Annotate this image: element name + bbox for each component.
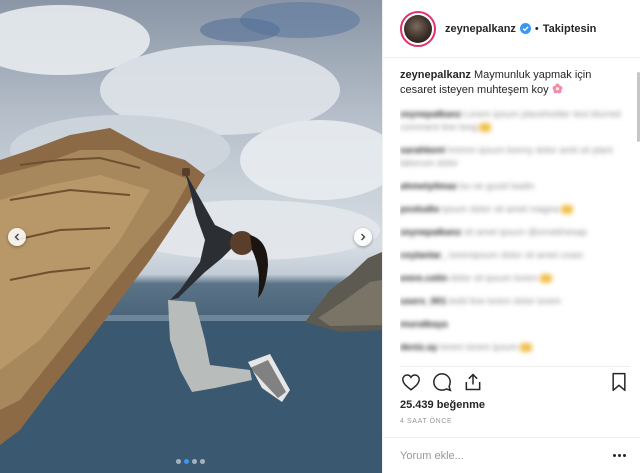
next-slide-button[interactable] (354, 228, 372, 246)
comment-item: zeynepalkanz sit amet ipsum @ornekhesap (400, 226, 630, 239)
avatar[interactable] (400, 10, 436, 47)
comment-item: sarahkent hmmm ipsum bonny dolor amit si… (400, 144, 630, 170)
comment-item: zeynepalkanz Lorem ipsum placeholder tex… (400, 108, 630, 134)
comment-item: userx_001 bold line lorem dolor lorem (400, 295, 630, 308)
comment-username[interactable]: userx_001 (400, 296, 446, 307)
timestamp[interactable]: 4 SAAT ÖNCE (400, 418, 452, 425)
share-button[interactable] (462, 371, 484, 393)
comment-text: loremipsum dolor sit amet coasi (449, 250, 583, 261)
comment-item: deniz.ay lorem lorem ipsum (400, 341, 630, 354)
post-side-panel: zeynepalkanz • Takiptesin zeynepalkanz M… (382, 0, 640, 473)
comment-username[interactable]: zeynepalkanz (400, 227, 461, 238)
emoji-icon (479, 122, 492, 132)
previous-slide-button[interactable] (8, 228, 26, 246)
chevron-left-icon (14, 233, 19, 241)
comment-text: dolor sit ipsum lorem (450, 273, 538, 284)
save-button[interactable] (608, 371, 630, 393)
carousel-indicator (176, 459, 205, 464)
blurred-comment-list: zeynepalkanz Lorem ipsum placeholder tex… (400, 108, 630, 354)
comment-text: lorem lorem ipsum (440, 342, 519, 353)
follow-status-button[interactable]: Takiptesin (543, 23, 597, 35)
comment-text: sit amet ipsum @ornekhesap (463, 227, 588, 238)
likes-count[interactable]: 25.439 beğenme (400, 399, 485, 411)
comment-username[interactable]: emre.cetin (400, 273, 448, 284)
comment-bar (383, 437, 640, 473)
separator-dot: • (534, 22, 539, 35)
like-button[interactable] (400, 371, 422, 393)
caption: zeynepalkanz Maymunluk yapmak için cesar… (400, 68, 630, 98)
carousel-dot (176, 459, 181, 464)
share-icon (465, 372, 481, 390)
comment-username[interactable]: zeynepalkanz (400, 109, 461, 120)
comments-area: zeynepalkanz Maymunluk yapmak için cesar… (400, 68, 630, 358)
emoji-icon (520, 342, 533, 352)
emoji-icon (539, 273, 552, 283)
carousel-dot (200, 459, 205, 464)
comment-text: ipsum dolor sit amet magna (442, 204, 559, 215)
comment-item: ceylanlar_ loremipsum dolor sit amet coa… (400, 249, 630, 262)
comment-text: bold line lorem dolor lorem (449, 296, 562, 307)
comments-scrollbar[interactable] (635, 66, 640, 362)
comment-item: ahmetyilmaz bu ne guzel kadin (400, 180, 630, 193)
comment-button[interactable] (431, 371, 453, 393)
photo-scene (0, 2, 382, 473)
action-bar (400, 366, 630, 396)
username-link[interactable]: zeynepalkanz (445, 23, 516, 35)
comment-item: muratkaya (400, 318, 630, 331)
chevron-right-icon (361, 233, 366, 241)
comment-item: emre.cetin dolor sit ipsum lorem (400, 272, 630, 285)
more-options-button[interactable] (609, 450, 630, 461)
post-photo[interactable] (0, 0, 382, 473)
carousel-dot (184, 459, 189, 464)
comment-text: bu ne guzel kadin (459, 181, 535, 192)
comment-username[interactable]: pxstudio (400, 204, 440, 215)
verified-badge-icon (519, 23, 531, 34)
bookmark-icon (612, 372, 626, 391)
comment-username[interactable]: muratkaya (400, 319, 448, 330)
flower-icon (552, 83, 563, 94)
post-header: zeynepalkanz • Takiptesin (383, 0, 640, 58)
comment-username[interactable]: deniz.ay (400, 342, 438, 353)
heart-icon (402, 373, 420, 391)
comment-username[interactable]: sarahkent (400, 145, 445, 156)
comment-username[interactable]: ahmetyilmaz (400, 181, 457, 192)
carousel-dot (192, 459, 197, 464)
comment-username[interactable]: ceylanlar_ (400, 250, 446, 261)
caption-username[interactable]: zeynepalkanz (400, 69, 471, 81)
comment-item: pxstudio ipsum dolor sit amet magna (400, 203, 630, 216)
emoji-icon (560, 204, 573, 214)
comment-icon (433, 372, 452, 392)
comment-input[interactable] (400, 449, 600, 462)
